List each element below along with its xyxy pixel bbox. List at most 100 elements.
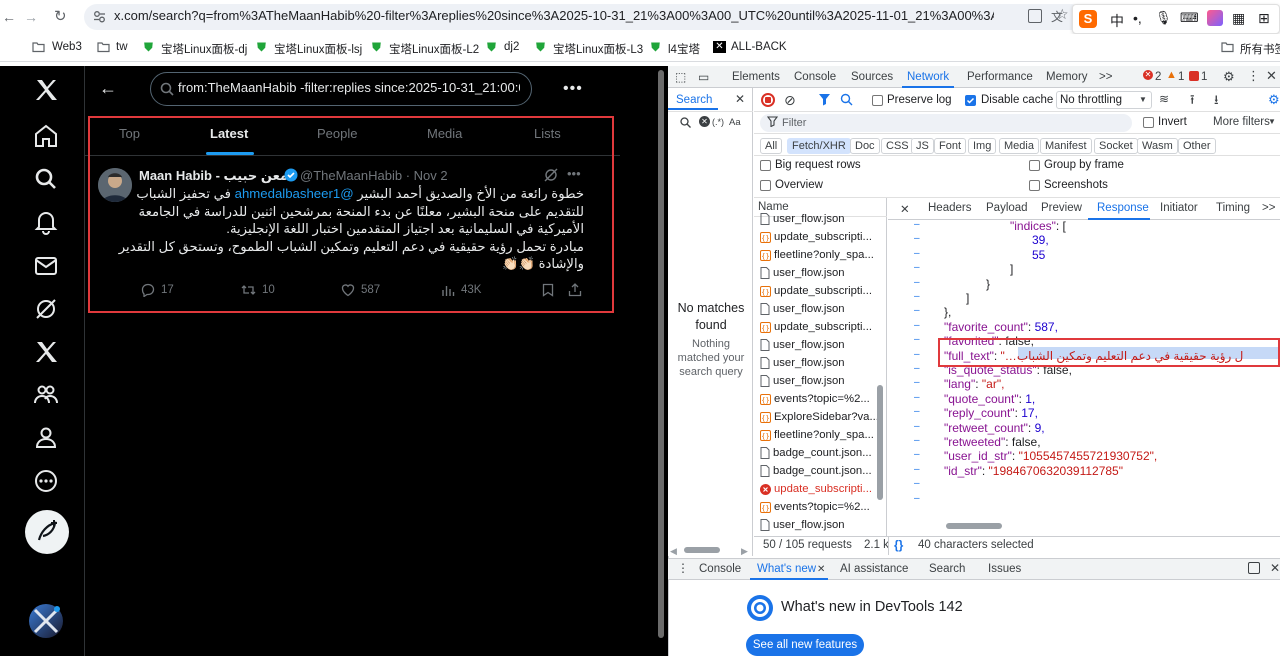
clear-log-icon[interactable]: ⊘ — [784, 92, 796, 109]
more-circle-icon[interactable] — [33, 468, 59, 494]
request-row[interactable]: user_flow.json — [760, 519, 882, 531]
scroll-right-icon[interactable]: ▶ — [741, 546, 748, 557]
request-row[interactable]: user_flow.json — [760, 213, 882, 225]
bookmark-bt-l2[interactable]: 宝塔Linux面板-L2 — [389, 41, 479, 57]
scroll-left-icon[interactable]: ◀ — [670, 546, 677, 557]
grok-icon[interactable] — [33, 296, 59, 322]
tab-payload[interactable]: Payload — [986, 202, 1028, 214]
sogou-logo-icon[interactable]: S — [1079, 10, 1097, 28]
tab-memory[interactable]: Memory — [1046, 71, 1088, 83]
ime-lang-toggle[interactable]: 中 — [1110, 11, 1124, 31]
type-all[interactable]: All — [760, 138, 783, 154]
page-scrollbar-thumb[interactable] — [658, 70, 664, 638]
drawer-tab-ai[interactable]: AI assistance — [840, 563, 908, 575]
network-conditions-icon[interactable]: ≋ — [1159, 92, 1169, 106]
drawer-tab-console[interactable]: Console — [699, 563, 741, 575]
tab-sources[interactable]: Sources — [851, 71, 893, 83]
site-info-icon[interactable] — [93, 10, 106, 23]
inspect-element-icon[interactable]: ⬚ — [675, 70, 686, 84]
tab-response[interactable]: Response — [1097, 202, 1149, 214]
account-avatar[interactable] — [29, 604, 63, 638]
type-socket[interactable]: Socket — [1094, 138, 1138, 154]
close-devtools-icon[interactable]: ✕ — [1266, 68, 1277, 84]
drawer-tab-whats-new[interactable]: What's new — [757, 563, 816, 575]
drawer-tab-issues[interactable]: Issues — [988, 563, 1021, 575]
request-row[interactable]: update_subscripti... — [760, 483, 882, 495]
type-doc[interactable]: Doc — [850, 138, 880, 154]
request-row[interactable]: user_flow.json — [760, 267, 882, 279]
install-app-icon[interactable] — [1028, 9, 1042, 23]
clear-search-icon[interactable]: ✕ — [699, 116, 710, 127]
close-whats-new-icon[interactable]: ✕ — [817, 564, 825, 575]
request-row[interactable]: {} fleetline?only_spa... — [760, 429, 882, 441]
screenshots-checkbox[interactable] — [1029, 180, 1040, 191]
keyboard-icon[interactable]: ⌨ — [1180, 10, 1199, 26]
preserve-log-checkbox[interactable] — [872, 95, 883, 106]
bookmark-star-icon[interactable]: ☆ — [1056, 6, 1069, 23]
close-search-icon[interactable]: ✕ — [735, 92, 745, 106]
response-hscroll-thumb[interactable] — [946, 523, 1002, 529]
bookmark-dj2[interactable]: dj2 — [504, 41, 519, 53]
type-css[interactable]: CSS — [881, 138, 914, 154]
tab-elements[interactable]: Elements — [732, 71, 780, 83]
request-row[interactable]: badge_count.json... — [760, 447, 882, 459]
collapse-gutter-mark[interactable]: – — [914, 377, 920, 388]
request-row[interactable]: {} update_subscripti... — [760, 321, 882, 333]
drawer-tab-search[interactable]: Search — [929, 563, 965, 575]
type-manifest[interactable]: Manifest — [1040, 138, 1092, 154]
collapse-gutter-mark[interactable]: – — [914, 406, 920, 417]
record-stop-icon[interactable] — [761, 93, 775, 107]
collapse-gutter-mark[interactable]: – — [914, 305, 920, 316]
bookmark-all-back[interactable]: ALL-BACK — [731, 41, 787, 53]
bookmark-l4[interactable]: l4宝塔 — [668, 41, 700, 57]
bookmark-bt-dj[interactable]: 宝塔Linux面板-dj — [161, 41, 247, 57]
type-img[interactable]: Img — [968, 138, 997, 154]
communities-icon[interactable] — [33, 382, 59, 408]
warning-count[interactable]: 1 — [1178, 71, 1184, 83]
match-case-toggle[interactable]: Aa — [729, 117, 741, 128]
more-filters-button[interactable]: More filters — [1213, 116, 1270, 128]
request-row[interactable]: user_flow.json — [760, 357, 882, 369]
profile-icon[interactable] — [33, 425, 59, 451]
search-hscroll-thumb[interactable] — [684, 547, 720, 553]
ime-punct-icon[interactable]: •, — [1133, 10, 1142, 26]
collapse-gutter-mark[interactable]: – — [914, 363, 920, 374]
request-row[interactable]: user_flow.json — [760, 303, 882, 315]
drawer-menu-icon[interactable]: ⋮ — [677, 561, 689, 575]
collapse-gutter-mark[interactable]: – — [914, 349, 920, 360]
request-row[interactable]: {} events?topic=%2... — [760, 393, 882, 405]
overview-checkbox[interactable] — [760, 180, 771, 191]
apps-grid-icon[interactable]: ▦ — [1232, 10, 1245, 27]
collapse-gutter-mark[interactable]: – — [914, 248, 920, 259]
reload-icon[interactable]: ↻ — [54, 7, 67, 25]
device-toolbar-icon[interactable]: ▭ — [698, 70, 709, 84]
forward-icon[interactable]: → — [24, 9, 38, 25]
search-input[interactable]: from:TheMaanHabib -filter:replies since:… — [178, 80, 520, 95]
issues-count[interactable]: 1 — [1201, 71, 1207, 83]
tab-network[interactable]: Network — [907, 71, 949, 83]
import-har-icon[interactable]: ⭱ — [1190, 91, 1195, 113]
close-drawer-icon[interactable]: ✕ — [1270, 561, 1280, 575]
collapse-gutter-mark[interactable]: – — [914, 392, 920, 403]
request-row[interactable]: user_flow.json — [760, 375, 882, 387]
big-rows-checkbox[interactable] — [760, 160, 771, 171]
request-row[interactable]: {} fleetline?only_spa... — [760, 249, 882, 261]
name-column-header[interactable]: Name — [758, 201, 789, 213]
collapse-gutter-mark[interactable]: – — [914, 449, 920, 460]
type-font[interactable]: Font — [934, 138, 967, 154]
type-js[interactable]: JS — [911, 138, 934, 154]
bookmark-bt-lsj[interactable]: 宝塔Linux面板-lsj — [274, 41, 362, 57]
type-media[interactable]: Media — [999, 138, 1039, 154]
pretty-print-icon[interactable]: {} — [894, 538, 903, 552]
tab-timing[interactable]: Timing — [1216, 202, 1250, 214]
notifications-bell-icon[interactable] — [33, 209, 59, 235]
bookmark-all[interactable]: 所有书签 — [1240, 41, 1280, 57]
compose-post-button[interactable] — [25, 510, 69, 554]
bookmark-bt-l3[interactable]: 宝塔Linux面板-L3 — [553, 41, 643, 57]
collapse-gutter-mark[interactable]: – — [914, 219, 920, 230]
collapse-gutter-mark[interactable]: – — [914, 262, 920, 273]
tab-performance[interactable]: Performance — [967, 71, 1033, 83]
url-text[interactable]: x.com/search?q=from%3ATheMaanHabib%20-fi… — [114, 8, 994, 23]
collapse-gutter-mark[interactable]: – — [914, 233, 920, 244]
back-icon[interactable]: ← — [2, 9, 16, 25]
